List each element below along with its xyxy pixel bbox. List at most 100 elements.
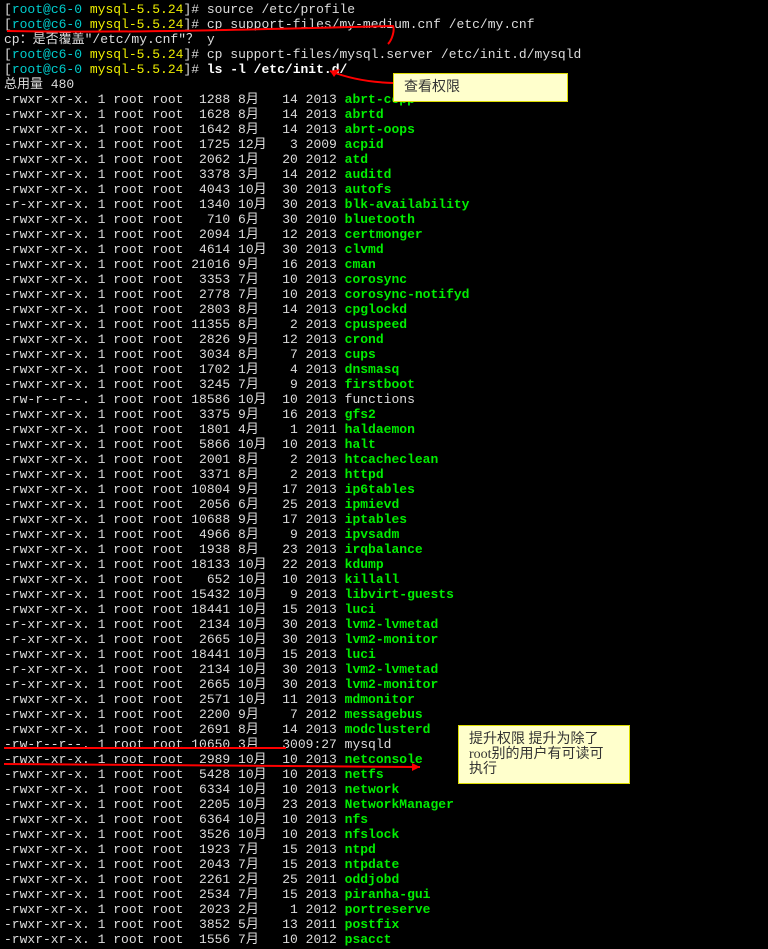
- file-name: haldaemon: [345, 422, 415, 437]
- file-name: iptables: [345, 512, 407, 527]
- file-name: cman: [345, 257, 376, 272]
- terminal-output: [root@c6-0 mysql-5.5.24]# source /etc/pr…: [4, 2, 764, 947]
- file-row: -rwxr-xr-x. 1 root root 2205 10月 23 2013…: [4, 797, 764, 812]
- file-name: gfs2: [345, 407, 376, 422]
- file-row: -rwxr-xr-x. 1 root root 1556 7月 10 2012 …: [4, 932, 764, 947]
- file-row: -rwxr-xr-x. 1 root root 2062 1月 20 2012 …: [4, 152, 764, 167]
- file-row: -r-xr-xr-x. 1 root root 2665 10月 30 2013…: [4, 677, 764, 692]
- file-name: certmonger: [345, 227, 423, 242]
- file-name: modclusterd: [345, 722, 431, 737]
- file-name: acpid: [345, 137, 384, 152]
- file-row: -rwxr-xr-x. 1 root root 2094 1月 12 2013 …: [4, 227, 764, 242]
- file-row: -rwxr-xr-x. 1 root root 2989 10月 10 2013…: [4, 752, 764, 767]
- file-row: -rwxr-xr-x. 1 root root 4614 10月 30 2013…: [4, 242, 764, 257]
- file-row: -rwxr-xr-x. 1 root root 5428 10月 10 2013…: [4, 767, 764, 782]
- cmd-cp-cnf: [root@c6-0 mysql-5.5.24]# cp support-fil…: [4, 17, 764, 32]
- file-name: ntpdate: [345, 857, 400, 872]
- file-name: cpuspeed: [345, 317, 407, 332]
- file-row: -rwxr-xr-x. 1 root root 2691 8月 14 2013 …: [4, 722, 764, 737]
- file-row: -r-xr-xr-x. 1 root root 2134 10月 30 2013…: [4, 617, 764, 632]
- file-row: -rwxr-xr-x. 1 root root 18441 10月 15 201…: [4, 647, 764, 662]
- file-name: abrtd: [345, 107, 384, 122]
- file-name: mdmonitor: [345, 692, 415, 707]
- file-name: firstboot: [345, 377, 415, 392]
- file-name: kdump: [345, 557, 384, 572]
- file-name: lvm2-lvmetad: [345, 662, 439, 677]
- file-name: portreserve: [345, 902, 431, 917]
- file-name: libvirt-guests: [345, 587, 454, 602]
- file-row: -rwxr-xr-x. 1 root root 1801 4月 1 2011 h…: [4, 422, 764, 437]
- file-name: luci: [345, 602, 376, 617]
- file-row: -rwxr-xr-x. 1 root root 2200 9月 7 2012 m…: [4, 707, 764, 722]
- file-row: -rwxr-xr-x. 1 root root 1702 1月 4 2013 d…: [4, 362, 764, 377]
- file-row: -rwxr-xr-x. 1 root root 1642 8月 14 2013 …: [4, 122, 764, 137]
- file-row: -r-xr-xr-x. 1 root root 1340 10月 30 2013…: [4, 197, 764, 212]
- file-row: -rwxr-xr-x. 1 root root 652 10月 10 2013 …: [4, 572, 764, 587]
- file-name: network: [345, 782, 400, 797]
- file-name: auditd: [345, 167, 392, 182]
- file-name: atd: [345, 152, 368, 167]
- file-name: corosync: [345, 272, 407, 287]
- file-name: ipvsadm: [345, 527, 400, 542]
- file-row: -rw-r--r--. 1 root root 10650 3月 3009:27…: [4, 737, 764, 752]
- file-row: -rw-r--r--. 1 root root 18586 10月 10 201…: [4, 392, 764, 407]
- file-name: httpd: [345, 467, 384, 482]
- file-row: -rwxr-xr-x. 1 root root 1923 7月 15 2013 …: [4, 842, 764, 857]
- file-name: abrt-oops: [345, 122, 415, 137]
- file-name: blk-availability: [345, 197, 470, 212]
- file-name: irqbalance: [345, 542, 423, 557]
- file-row: -rwxr-xr-x. 1 root root 18441 10月 15 201…: [4, 602, 764, 617]
- cp-overwrite-prompt: cp：是否覆盖"/etc/my.cnf"？ y: [4, 32, 764, 47]
- file-name: nfs: [345, 812, 368, 827]
- file-name: netconsole: [345, 752, 423, 767]
- file-row: -rwxr-xr-x. 1 root root 2056 6月 25 2013 …: [4, 497, 764, 512]
- file-row: -rwxr-xr-x. 1 root root 21016 9月 16 2013…: [4, 257, 764, 272]
- file-row: -rwxr-xr-x. 1 root root 2534 7月 15 2013 …: [4, 887, 764, 902]
- file-row: -rwxr-xr-x. 1 root root 2261 2月 25 2011 …: [4, 872, 764, 887]
- file-row: -rwxr-xr-x. 1 root root 10688 9月 17 2013…: [4, 512, 764, 527]
- file-name: lvm2-lvmetad: [345, 617, 439, 632]
- file-row: -rwxr-xr-x. 1 root root 10804 9月 17 2013…: [4, 482, 764, 497]
- file-row: -rwxr-xr-x. 1 root root 2826 9月 12 2013 …: [4, 332, 764, 347]
- file-row: -rwxr-xr-x. 1 root root 3245 7月 9 2013 f…: [4, 377, 764, 392]
- file-name: abrt-ccpp: [345, 92, 415, 107]
- file-name: killall: [345, 572, 400, 587]
- file-name: postfix: [345, 917, 400, 932]
- file-row: -rwxr-xr-x. 1 root root 3378 3月 14 2012 …: [4, 167, 764, 182]
- file-name: lvm2-monitor: [345, 632, 439, 647]
- file-name: functions: [345, 392, 415, 407]
- file-row: -rwxr-xr-x. 1 root root 1725 12月 3 2009 …: [4, 137, 764, 152]
- file-row: -rwxr-xr-x. 1 root root 6334 10月 10 2013…: [4, 782, 764, 797]
- file-name: psacct: [345, 932, 392, 947]
- file-name: oddjobd: [345, 872, 400, 887]
- file-name: crond: [345, 332, 384, 347]
- file-name: cpglockd: [345, 302, 407, 317]
- file-row: -rwxr-xr-x. 1 root root 2001 8月 2 2013 h…: [4, 452, 764, 467]
- cmd-ls: [root@c6-0 mysql-5.5.24]# ls -l /etc/ini…: [4, 62, 764, 77]
- file-row: -r-xr-xr-x. 1 root root 2134 10月 30 2013…: [4, 662, 764, 677]
- file-name: mysqld: [345, 737, 392, 752]
- file-name: piranha-gui: [345, 887, 431, 902]
- file-name: lvm2-monitor: [345, 677, 439, 692]
- file-row: -rwxr-xr-x. 1 root root 4043 10月 30 2013…: [4, 182, 764, 197]
- file-name: halt: [345, 437, 376, 452]
- file-name: nfslock: [345, 827, 400, 842]
- file-row: -rwxr-xr-x. 1 root root 2571 10月 11 2013…: [4, 692, 764, 707]
- file-name: bluetooth: [345, 212, 415, 227]
- file-row: -rwxr-xr-x. 1 root root 2778 7月 10 2013 …: [4, 287, 764, 302]
- file-row: -rwxr-xr-x. 1 root root 3034 8月 7 2013 c…: [4, 347, 764, 362]
- cmd-cp-server: [root@c6-0 mysql-5.5.24]# cp support-fil…: [4, 47, 764, 62]
- file-row: -rwxr-xr-x. 1 root root 3852 5月 13 2011 …: [4, 917, 764, 932]
- file-name: netfs: [345, 767, 384, 782]
- file-name: ipmievd: [345, 497, 400, 512]
- file-name: luci: [345, 647, 376, 662]
- file-name: NetworkManager: [345, 797, 454, 812]
- file-name: ntpd: [345, 842, 376, 857]
- file-row: -rwxr-xr-x. 1 root root 3526 10月 10 2013…: [4, 827, 764, 842]
- file-row: -rwxr-xr-x. 1 root root 2803 8月 14 2013 …: [4, 302, 764, 317]
- file-name: ip6tables: [345, 482, 415, 497]
- file-row: -rwxr-xr-x. 1 root root 3371 8月 2 2013 h…: [4, 467, 764, 482]
- cmd-source: [root@c6-0 mysql-5.5.24]# source /etc/pr…: [4, 2, 764, 17]
- file-row: -rwxr-xr-x. 1 root root 2023 2月 1 2012 p…: [4, 902, 764, 917]
- file-row: -rwxr-xr-x. 1 root root 5866 10月 10 2013…: [4, 437, 764, 452]
